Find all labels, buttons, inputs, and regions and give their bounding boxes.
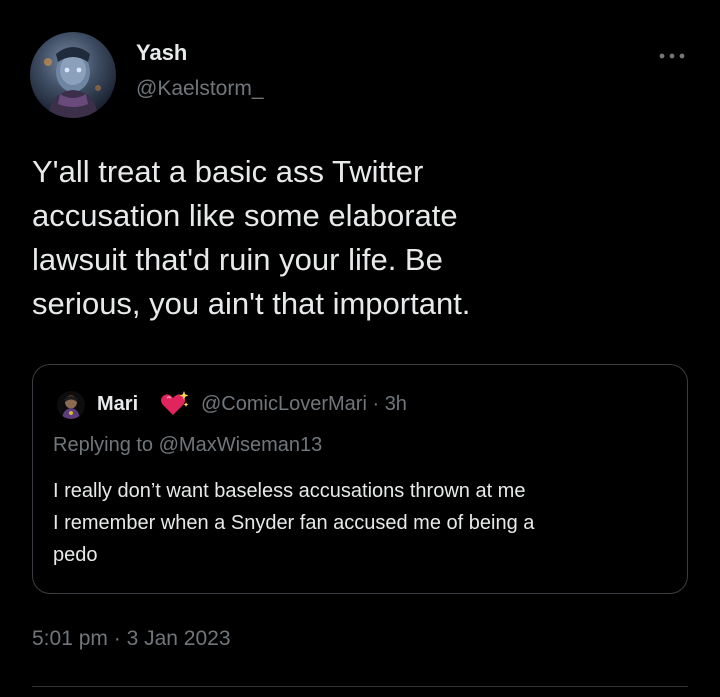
tweet-timestamp[interactable]: 5:01 pm · 3 Jan 2023 [32,626,231,652]
quoted-text-line: I remember when a Snyder fan accused me … [53,512,535,534]
author-avatar[interactable] [30,32,116,118]
avatar-figure-icon [44,47,101,118]
tweet-text-line: lawsuit that'd ruin your life. Be [32,242,443,277]
tweet-text-line: accusation like some elaborate [32,198,458,233]
tweet: Yash @Kaelstorm_ Y'all treat a basic ass… [0,0,720,697]
author-handle[interactable]: @Kaelstorm_ [136,76,264,102]
sparkling-heart-icon [159,390,189,418]
quoted-author-avatar [57,391,85,419]
tweet-text: Y'all treat a basic ass Twitter accusati… [32,150,682,326]
more-options-icon [659,53,685,59]
quoted-text-line: I really don’t want baseless accusations… [53,480,526,502]
replying-to[interactable]: Replying to @MaxWiseman13 [53,433,322,457]
quoted-author-handle[interactable]: @ComicLoverMari [201,393,367,415]
meta-separator: · [372,393,380,415]
timestamp-time: 5:01 pm [32,627,108,650]
quoted-meta: @ComicLoverMari · 3h [201,392,407,416]
timestamp-date: 3 Jan 2023 [126,627,231,650]
quoted-tweet-text: I really don’t want baseless accusations… [53,475,673,571]
quoted-author-name[interactable]: Mari [97,392,138,416]
quoted-tweet[interactable]: Mari @ComicLoverMari · 3h Replying to @M… [32,364,688,594]
sparkling-heart-glyph [161,391,189,415]
timestamp-separator: · [113,627,121,650]
divider [32,686,688,687]
quoted-avatar-figure-icon [62,395,80,419]
quoted-text-line: pedo [53,544,98,566]
more-options-button[interactable] [654,46,690,66]
tweet-text-line: Y'all treat a basic ass Twitter [32,154,424,189]
tweet-text-line: serious, you ain't that important. [32,286,471,321]
quoted-time-ago[interactable]: 3h [385,393,407,415]
author-name[interactable]: Yash [136,40,187,66]
